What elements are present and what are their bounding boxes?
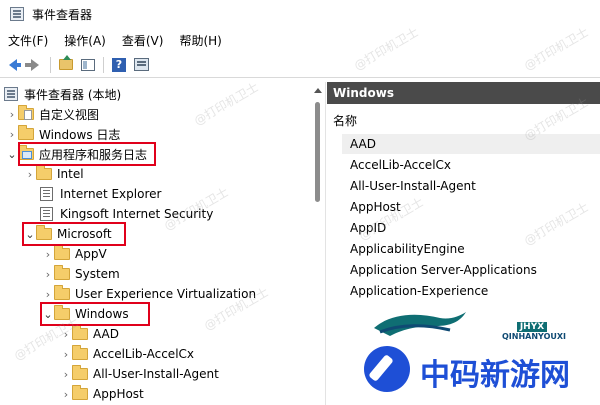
tree-item-label: System [75, 267, 120, 281]
selected-row-highlight [342, 134, 600, 154]
tree-item-label: Windows 日志 [39, 127, 121, 142]
tree-item-label: All-User-Install-Agent [93, 367, 219, 381]
console-tree: 事件查看器 (本地) › 自定义视图 › Windows 日志 ⌄ 应用程序和服… [0, 82, 308, 405]
chevron-right-icon[interactable]: › [60, 384, 72, 404]
forward-arrow-icon [25, 58, 39, 71]
toolbar-separator-2 [103, 56, 104, 73]
chevron-right-icon[interactable]: › [60, 344, 72, 364]
tree-item-custom-views[interactable]: › 自定义视图 [6, 104, 99, 124]
chevron-right-icon[interactable]: › [6, 104, 18, 124]
chevron-right-icon[interactable]: › [42, 264, 54, 284]
console-tree-icon [81, 58, 95, 71]
tree-item-label: Internet Explorer [60, 187, 162, 201]
chevron-right-icon[interactable]: › [60, 364, 72, 384]
event-viewer-app-icon [10, 7, 24, 21]
brand-circle-logo-icon [364, 346, 410, 392]
tree-vertical-scrollbar[interactable] [312, 82, 324, 405]
list-item[interactable]: AAD [350, 134, 376, 154]
brand-english-logo: JHYX QINHANYOUXI [502, 318, 567, 341]
list-item[interactable]: Application-Experience [350, 281, 488, 301]
folder-icon [54, 245, 70, 260]
list-item[interactable]: All-User-Install-Agent [350, 176, 476, 196]
highlight-box-windows [40, 302, 150, 326]
highlight-box-apps-services [18, 142, 156, 166]
list-item[interactable]: Application Server-Applications [350, 260, 537, 280]
menu-action[interactable]: 操作(A) [64, 32, 106, 49]
menu-file[interactable]: 文件(F) [8, 32, 48, 49]
window-title: 事件查看器 [32, 7, 93, 22]
action-pane-icon [133, 58, 149, 71]
tree-item-label: 事件查看器 (本地) [24, 87, 122, 102]
tree-item-label: 自定义视图 [39, 107, 100, 122]
menu-view[interactable]: 查看(V) [122, 32, 164, 49]
event-viewer-icon [4, 87, 18, 101]
folder-icon [72, 365, 88, 380]
tree-item-windows-logs[interactable]: › Windows 日志 [6, 124, 120, 144]
up-one-level-button[interactable] [57, 55, 75, 74]
list-item[interactable]: AccelLib-AccelCx [350, 155, 451, 175]
tree-item-aad[interactable]: › AAD [60, 324, 119, 344]
tree-item-all-user-install-agent[interactable]: › All-User-Install-Agent [60, 364, 219, 384]
custom-views-folder-icon [18, 105, 34, 120]
pane-divider[interactable] [325, 82, 326, 405]
back-arrow-icon [9, 58, 21, 71]
chevron-right-icon[interactable]: › [6, 124, 18, 144]
scrollbar-thumb[interactable] [315, 102, 320, 202]
tree-item-label: Kingsoft Internet Security [60, 207, 214, 221]
tree-item-user-experience-virtualization[interactable]: › User Experience Virtualization [42, 284, 256, 304]
title-bar: 事件查看器 [0, 0, 600, 28]
tree-item-root[interactable]: 事件查看器 (本地) [4, 84, 121, 104]
menu-help[interactable]: 帮助(H) [179, 32, 221, 49]
brand-chinese-text: 中码新游网 [420, 358, 570, 393]
chevron-right-icon[interactable]: › [42, 284, 54, 304]
column-header-name[interactable]: 名称 [333, 112, 357, 129]
tree-item-internet-explorer[interactable]: Internet Explorer [40, 184, 161, 204]
folder-icon [54, 265, 70, 280]
forward-button[interactable] [25, 56, 44, 74]
toolbar: ? [0, 52, 600, 78]
folder-icon [72, 385, 88, 400]
folder-up-icon [59, 55, 73, 70]
dragon-logo [374, 312, 466, 336]
tree-item-label: AppV [75, 247, 107, 261]
help-icon: ? [112, 57, 126, 72]
chevron-right-icon[interactable]: › [24, 164, 36, 184]
scroll-up-arrow-icon[interactable] [314, 88, 322, 93]
log-icon [40, 187, 53, 201]
right-pane-header: Windows [327, 82, 600, 104]
tree-item-apphost[interactable]: › AppHost [60, 384, 144, 404]
watermark: @打印机卫士 [521, 199, 591, 248]
tree-item-system[interactable]: › System [42, 264, 120, 284]
folder-icon [54, 285, 70, 300]
back-button[interactable] [4, 56, 22, 74]
list-item[interactable]: AppID [350, 218, 386, 238]
chevron-right-icon[interactable]: › [60, 324, 72, 344]
brand-en-top: JHYX [516, 322, 548, 332]
folder-icon [72, 345, 88, 360]
menu-bar: 文件(F) 操作(A) 查看(V) 帮助(H) [0, 30, 600, 50]
show-action-pane-button[interactable] [132, 56, 150, 74]
tree-item-label: AAD [93, 327, 119, 341]
tree-item-label: AppHost [93, 387, 144, 401]
chevron-down-icon[interactable]: ⌄ [6, 144, 18, 164]
brand-en-bottom: QINHANYOUXI [502, 332, 567, 341]
log-icon [40, 207, 53, 221]
tree-item-label: Intel [57, 167, 84, 181]
folder-icon [36, 165, 52, 180]
folder-icon [72, 325, 88, 340]
help-button[interactable]: ? [110, 56, 128, 74]
list-item[interactable]: ApplicabilityEngine [350, 239, 465, 259]
tree-item-intel[interactable]: › Intel [24, 164, 84, 184]
tree-item-label: AccelLib-AccelCx [93, 347, 195, 361]
tree-item-accellib[interactable]: › AccelLib-AccelCx [60, 344, 194, 364]
tree-item-appv[interactable]: › AppV [42, 244, 107, 264]
list-item[interactable]: AppHost [350, 197, 401, 217]
tree-item-kingsoft[interactable]: Kingsoft Internet Security [40, 204, 213, 224]
tree-item-label: User Experience Virtualization [75, 287, 257, 301]
folder-icon [18, 125, 34, 140]
show-hide-console-tree-button[interactable] [79, 56, 97, 74]
chevron-right-icon[interactable]: › [42, 244, 54, 264]
toolbar-separator [50, 56, 51, 73]
highlight-box-microsoft [22, 222, 126, 246]
